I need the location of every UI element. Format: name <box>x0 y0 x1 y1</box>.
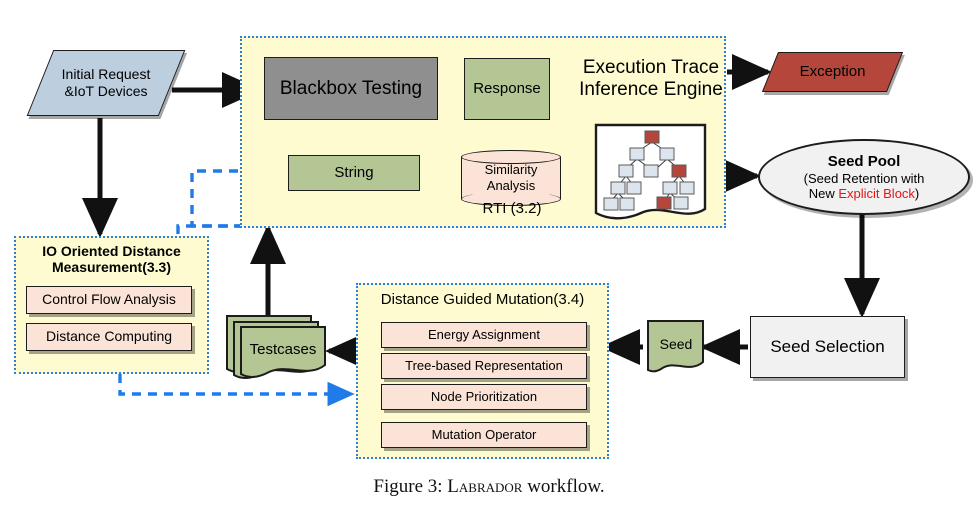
seed-pool-line2: (Seed Retention with <box>803 170 925 186</box>
exception-label: Exception <box>799 63 866 81</box>
control-flow-analysis-item[interactable]: Control Flow Analysis <box>26 286 192 314</box>
engine-title-line1: Execution Trace <box>582 57 720 78</box>
string-box[interactable]: String <box>288 155 420 191</box>
io-panel-title-line2: Measurement(3.3) <box>51 259 172 276</box>
node-prioritization-item[interactable]: Node Prioritization <box>381 384 587 410</box>
mutation-panel-title: Distance Guided Mutation(3.4) <box>380 291 585 308</box>
distance-computing-item[interactable]: Distance Computing <box>26 323 192 351</box>
energy-assignment-item[interactable]: Energy Assignment <box>381 322 587 348</box>
explicit-block-highlight: Explicit Block <box>838 185 915 201</box>
string-label: String <box>334 163 374 181</box>
testcases-document-stack[interactable]: Testcases <box>225 313 329 381</box>
initial-request-line2: &IoT Devices <box>64 83 148 99</box>
seed-document[interactable]: Seed <box>645 318 707 376</box>
seed-pool-line3-suffix: ) <box>914 185 920 201</box>
similarity-analysis-label: Similarity Analysis <box>461 150 561 206</box>
similarity-line1: Similarity <box>484 162 538 178</box>
io-panel-title: IO Oriented Distance Measurement(3.3) <box>18 243 205 275</box>
testcases-label: Testcases <box>249 340 317 358</box>
seed-pool-node[interactable]: Seed Pool (Seed Retention with New Expli… <box>758 139 970 215</box>
seed-pool-line3-prefix: New <box>808 185 839 201</box>
seed-pool-line3: New Explicit Block) <box>804 186 925 201</box>
initial-request-node[interactable]: Initial Request &IoT Devices <box>26 50 186 116</box>
engine-title-line2: Inference Engine <box>579 78 723 100</box>
figure-caption: Figure 3: Labrador workflow. <box>0 476 978 498</box>
response-label: Response <box>473 79 541 97</box>
similarity-analysis-cylinder[interactable]: Similarity Analysis <box>461 150 561 206</box>
seed-label: Seed <box>659 336 693 352</box>
exception-node[interactable]: Exception <box>761 52 904 92</box>
caption-system-name: Labrador <box>447 476 523 497</box>
response-box[interactable]: Response <box>464 58 550 120</box>
initial-request-line1: Initial Request <box>61 66 151 83</box>
execution-trace-tree-document[interactable] <box>593 123 711 223</box>
tree-based-representation-item[interactable]: Tree-based Representation <box>381 353 587 379</box>
similarity-line2: Analysis <box>486 178 536 193</box>
seed-selection-label: Seed Selection <box>770 337 885 357</box>
seed-selection-box[interactable]: Seed Selection <box>750 316 905 378</box>
io-panel-title-line1: IO Oriented Distance <box>42 243 181 259</box>
blackbox-testing-box[interactable]: Blackbox Testing <box>264 57 438 120</box>
initial-request-label: Initial Request &IoT Devices <box>40 50 172 116</box>
execution-trace-inference-engine-title: Execution Trace Inference Engine <box>571 57 731 101</box>
figure-canvas: Blackbox Testing Response Execution Trac… <box>0 0 978 516</box>
blackbox-testing-label: Blackbox Testing <box>279 77 423 99</box>
seed-pool-title: Seed Pool <box>827 152 901 170</box>
mutation-operator-item[interactable]: Mutation Operator <box>381 422 587 448</box>
caption-prefix: Figure 3: <box>373 476 448 497</box>
caption-suffix: workflow. <box>522 476 605 497</box>
